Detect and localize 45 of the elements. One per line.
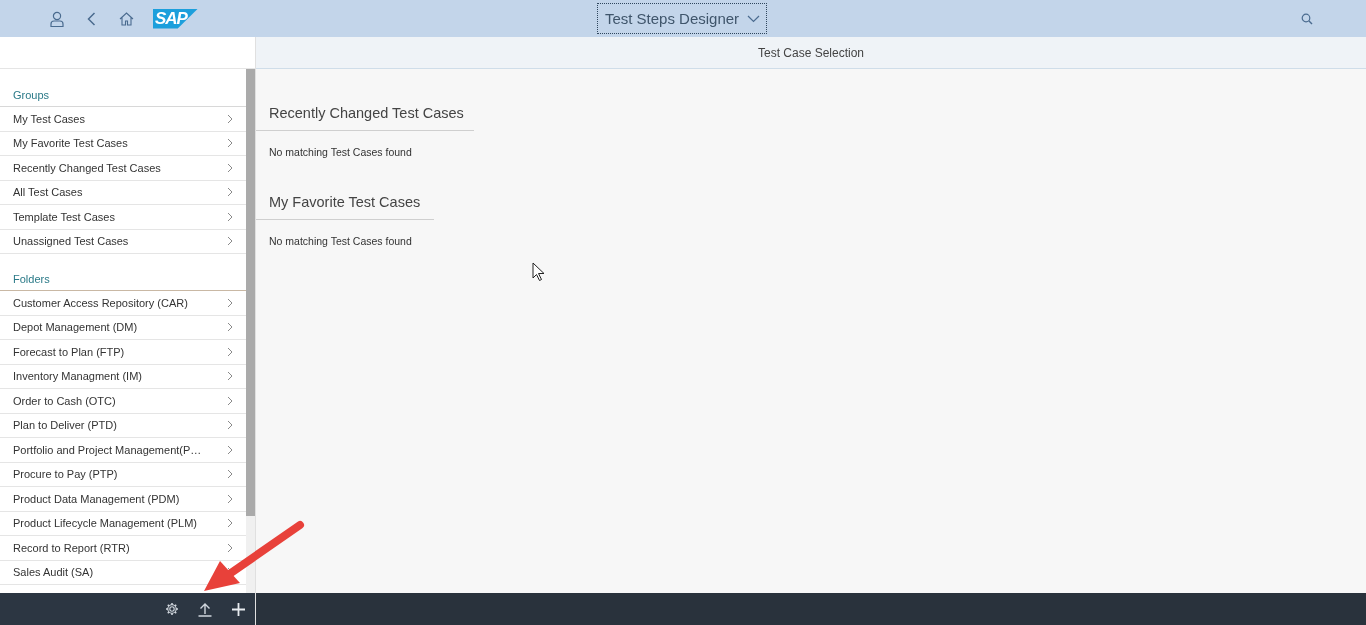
sidebar-item[interactable]: Product Lifecycle Management (PLM): [0, 511, 246, 536]
section-title: Recently Changed Test Cases: [256, 97, 474, 131]
chevron-icon: [227, 162, 233, 173]
sidebar-item[interactable]: Record to Report (RTR): [0, 536, 246, 561]
app-title-menu[interactable]: Test Steps Designer: [596, 3, 768, 34]
chevron-icon: [227, 211, 233, 222]
section-heading: Groups: [13, 89, 50, 101]
sidebar-item[interactable]: Order to Cash (OTC): [0, 389, 246, 414]
chevron-icon: [227, 187, 233, 198]
empty-message: No matching Test Cases found: [268, 145, 413, 158]
sidebar-item[interactable]: Plan to Deliver (PTD): [0, 413, 246, 438]
sidebar-item[interactable]: My Test Cases: [0, 107, 246, 132]
chevron-icon: [227, 493, 233, 504]
chevron-icon: [227, 138, 233, 149]
scrollbar[interactable]: [246, 69, 255, 593]
sidebar-item[interactable]: Inventory Managment (IM): [0, 364, 246, 389]
chevron-icon: [227, 542, 233, 553]
chevron-icon: [227, 113, 233, 124]
section-heading: Folders: [13, 273, 50, 285]
sidebar-item[interactable]: Depot Management (DM): [0, 315, 246, 340]
sidebar-item[interactable]: Portfolio and Project Management(P…: [0, 438, 246, 463]
chevron-icon: [227, 371, 233, 382]
page-title: Test Case Selection: [757, 45, 865, 60]
chevron-icon: [227, 236, 233, 247]
empty-message: No matching Test Cases found: [268, 234, 413, 247]
chevron-icon: [227, 444, 233, 455]
sidebar-item[interactable]: Customer Access Repository (CAR): [0, 291, 246, 316]
sidebar-item[interactable]: Unassigned Test Cases: [0, 229, 246, 254]
sidebar-item[interactable]: Product Data Management (PDM): [0, 487, 246, 512]
chevron-icon: [227, 469, 233, 480]
sidebar-item[interactable]: All Test Cases: [0, 180, 246, 205]
sidebar-item[interactable]: Template Test Cases: [0, 205, 246, 230]
chevron-icon: [227, 420, 233, 431]
sidebar-item[interactable]: Recently Changed Test Cases: [0, 156, 246, 181]
chevron-icon: [227, 518, 233, 529]
sidebar-item[interactable]: Procure to Pay (PTP): [0, 462, 246, 487]
chevron-icon: [227, 297, 233, 308]
sidebar-item[interactable]: My Favorite Test Cases: [0, 131, 246, 156]
caret-icon: [747, 14, 761, 23]
section-title: My Favorite Test Cases: [256, 186, 434, 220]
mouse-pointer-icon: [532, 262, 545, 282]
chevron-icon: [227, 346, 233, 357]
chevron-icon: [227, 322, 233, 333]
sidebar-item[interactable]: Forecast to Plan (FTP): [0, 340, 246, 365]
chevron-icon: [227, 395, 233, 406]
